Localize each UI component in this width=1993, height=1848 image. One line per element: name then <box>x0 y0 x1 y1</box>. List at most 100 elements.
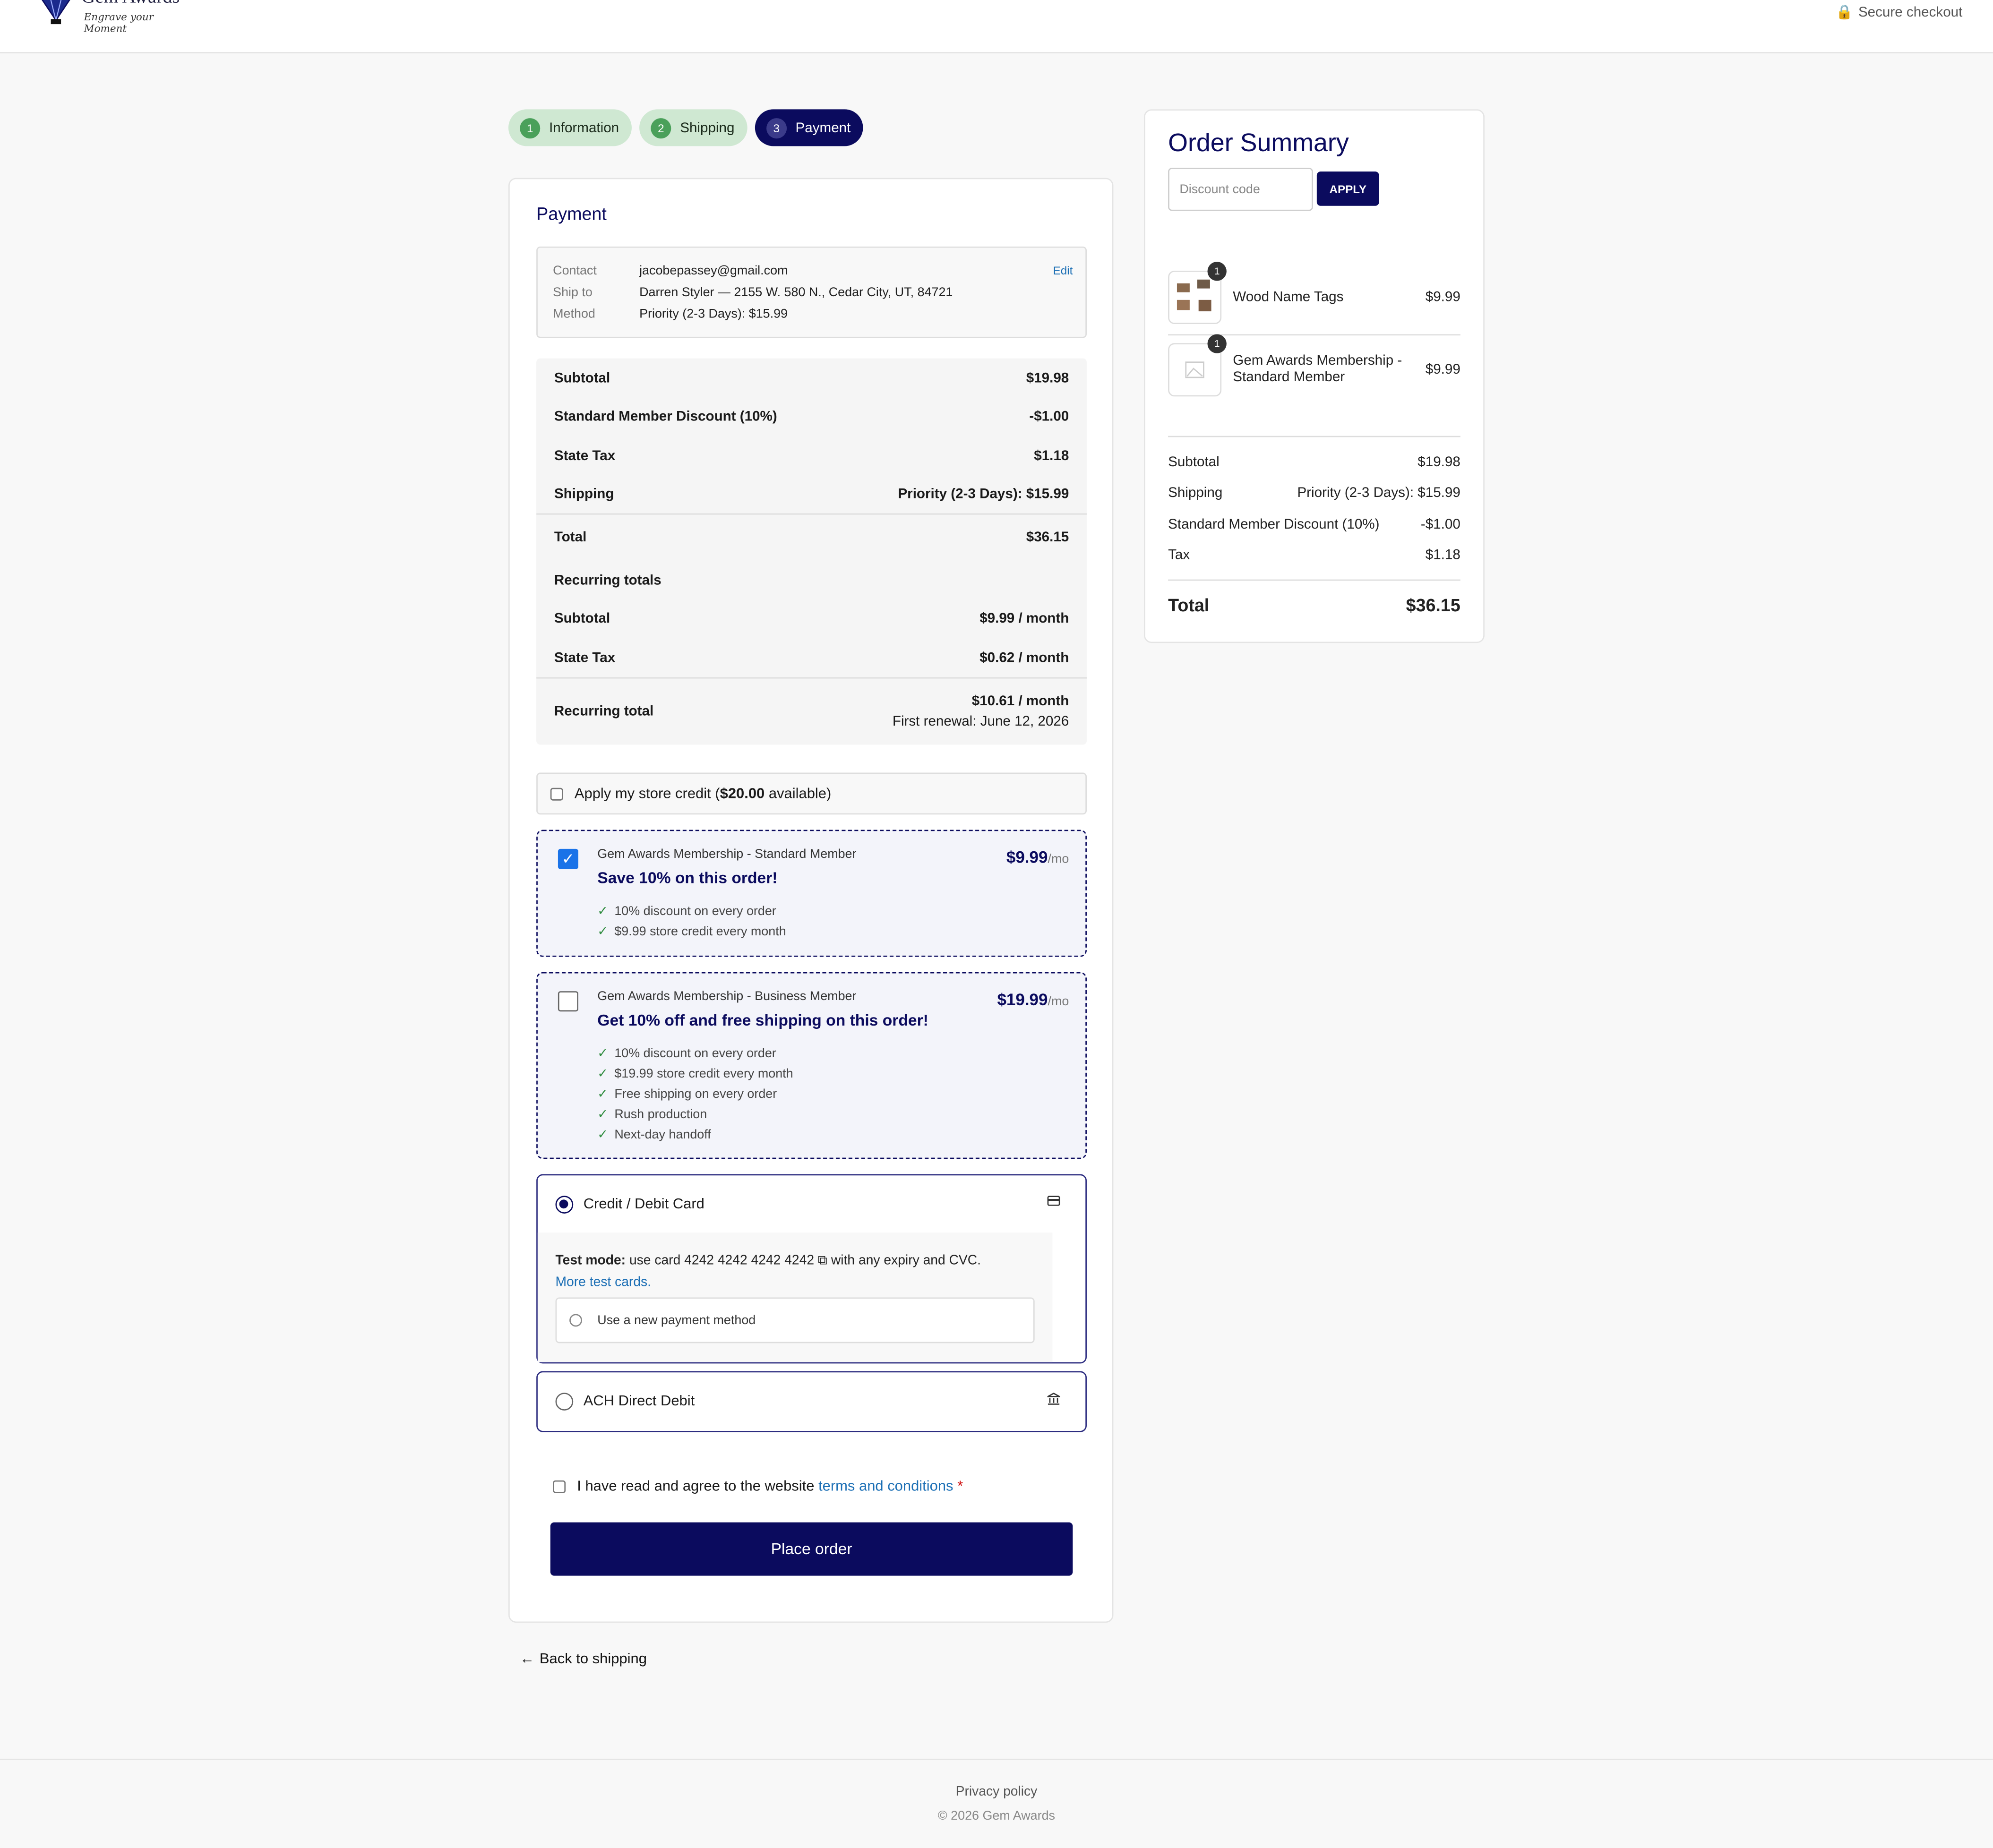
site-footer: Privacy policy © 2026 Gem Awards <box>0 1758 1993 1848</box>
brand-logo[interactable]: Gem Awards Engrave your Moment <box>35 0 185 34</box>
benefit-text: $19.99 store credit every month <box>614 1067 793 1081</box>
summary-total-row: Total $36.15 <box>1168 595 1460 615</box>
checkout-steps: 1 Information 2 Shipping 3 Payment <box>508 109 864 146</box>
summary-total-label: Total <box>1168 594 1210 615</box>
ach-method-card[interactable]: ACH Direct Debit <box>536 1371 1087 1432</box>
ship-to-label: Ship to <box>553 286 593 300</box>
check-icon: ✓ <box>597 1087 608 1101</box>
new-payment-method-option[interactable]: Use a new payment method <box>555 1297 1035 1343</box>
divider <box>536 513 1087 515</box>
step-label: Payment <box>795 120 851 136</box>
card-radio[interactable] <box>555 1196 574 1214</box>
contact-review: Contact jacobepassey@gmail.com Ship to D… <box>536 246 1087 338</box>
benefit-item: ✓ Free shipping on every order <box>597 1084 793 1104</box>
copy-icon[interactable]: ⧉ <box>818 1253 827 1268</box>
item-name: Wood Name Tags <box>1233 290 1344 305</box>
discount-code-input[interactable]: Discount code <box>1168 168 1313 211</box>
step-label: Information <box>549 120 619 136</box>
membership-price-value: $19.99 <box>997 990 1048 1009</box>
summary-tax-value: $1.18 <box>1425 548 1460 563</box>
item-price: $9.99 <box>1425 290 1460 305</box>
item-price: $9.99 <box>1425 362 1460 377</box>
check-icon: ✓ <box>597 924 608 939</box>
recurring-subtotal-value: $9.99 / month <box>979 611 1069 627</box>
summary-subtotal-row: Subtotal $19.98 <box>1168 455 1460 470</box>
recurring-tax-row: State Tax $0.62 / month <box>554 650 1069 666</box>
summary-subtotal-label: Subtotal <box>1168 455 1220 471</box>
lock-icon: 🔒 <box>1836 5 1854 21</box>
membership-standard-checkbox[interactable]: ✓ <box>558 848 578 869</box>
new-payment-method-radio[interactable] <box>569 1314 583 1327</box>
privacy-policy-link[interactable]: Privacy policy <box>0 1784 1993 1799</box>
test-card-number: 4242 4242 4242 4242 <box>684 1253 815 1268</box>
contact-row: Contact jacobepassey@gmail.com <box>553 265 788 279</box>
contact-label: Contact <box>553 264 597 279</box>
summary-subtotal-value: $19.98 <box>1417 455 1460 471</box>
brand-name: Gem Awards <box>81 0 180 9</box>
terms-link[interactable]: terms and conditions <box>818 1479 953 1494</box>
summary-item: 1 Gem Awards Membership - Standard Membe… <box>1168 334 1460 399</box>
summary-tax-label: Tax <box>1168 548 1190 563</box>
check-icon: ✓ <box>597 1067 608 1081</box>
step-information[interactable]: 1 Information <box>508 109 632 146</box>
ship-to-value: Darren Styler — 2155 W. 580 N., Cedar Ci… <box>639 286 953 300</box>
store-credit-label: Apply my store credit ($20.00 available) <box>575 786 831 801</box>
benefit-text: Next-day handoff <box>614 1128 711 1142</box>
summary-shipping-value: Priority (2-3 Days): $15.99 <box>1297 485 1460 501</box>
recurring-tax-label: State Tax <box>554 650 616 666</box>
test-mode-label: Test mode: <box>555 1253 626 1268</box>
recurring-total-row: Recurring total $10.61 / month First ren… <box>554 694 1069 729</box>
shipping-label: Shipping <box>554 487 614 502</box>
benefit-item: ✓ Rush production <box>597 1104 793 1125</box>
recurring-total-label: Recurring total <box>554 704 654 719</box>
ach-radio[interactable] <box>555 1393 574 1411</box>
recurring-heading: Recurring totals <box>554 573 661 589</box>
method-value: Priority (2-3 Days): $15.99 <box>639 307 788 322</box>
subtotal-value: $19.98 <box>1026 371 1069 386</box>
membership-price: $19.99/mo <box>997 990 1069 1009</box>
recurring-total-value: $10.61 / month <box>971 693 1069 710</box>
step-payment[interactable]: 3 Payment <box>755 109 864 146</box>
summary-total-value: $36.15 <box>1406 594 1460 615</box>
membership-price: $9.99/mo <box>1006 847 1069 866</box>
payment-method-card[interactable]: Credit / Debit Card Test mode: use card … <box>536 1174 1087 1364</box>
place-order-button[interactable]: Place order <box>550 1522 1073 1576</box>
membership-business-checkbox[interactable] <box>558 991 578 1012</box>
apply-discount-button[interactable]: APPLY <box>1316 171 1379 206</box>
more-test-cards-link[interactable]: More test cards. <box>556 1275 652 1290</box>
shipping-value: Priority (2-3 Days): $15.99 <box>898 487 1069 502</box>
terms-checkbox[interactable] <box>553 1480 566 1493</box>
check-icon: ✓ <box>597 1128 608 1142</box>
terms-label: I have read and agree to the website ter… <box>577 1479 963 1494</box>
membership-price-value: $9.99 <box>1006 847 1048 867</box>
tax-value: $1.18 <box>1034 448 1069 464</box>
store-credit-amount: $20.00 <box>720 786 765 802</box>
store-credit-checkbox[interactable] <box>550 787 563 800</box>
method-label: Method <box>553 307 595 322</box>
membership-name: Gem Awards Membership - Business Member <box>597 990 857 1004</box>
test-mode-notice: Test mode: use card 4242 4242 4242 4242 … <box>556 1253 981 1269</box>
tax-row: State Tax $1.18 <box>554 449 1069 464</box>
checkmark-icon: ✓ <box>561 850 575 868</box>
membership-benefits: ✓ 10% discount on every order ✓ $9.99 stor… <box>597 901 786 941</box>
copyright: © 2026 Gem Awards <box>937 1809 1055 1824</box>
test-mode-text: with any expiry and CVC. <box>827 1253 981 1268</box>
benefit-text: 10% discount on every order <box>614 904 776 918</box>
membership-standard-card[interactable]: ✓ Gem Awards Membership - Standard Membe… <box>536 830 1087 957</box>
step-shipping[interactable]: 2 Shipping <box>639 109 747 146</box>
membership-business-card[interactable]: Gem Awards Membership - Business Member … <box>536 972 1087 1159</box>
discount-row: Standard Member Discount (10%) -$1.00 <box>554 409 1069 424</box>
ship-to-row: Ship to Darren Styler — 2155 W. 580 N., … <box>553 286 953 300</box>
card-method-label: Credit / Debit Card <box>583 1197 704 1213</box>
tax-label: State Tax <box>554 448 616 464</box>
required-marker: * <box>957 1479 963 1495</box>
benefit-item: ✓ $19.99 store credit every month <box>597 1064 793 1084</box>
shipping-row: Shipping Priority (2-3 Days): $15.99 <box>554 487 1069 502</box>
quantity-badge: 1 <box>1207 262 1227 281</box>
ach-method-label: ACH Direct Debit <box>583 1394 695 1410</box>
summary-item: 1 Wood Name Tags $9.99 <box>1168 262 1460 326</box>
edit-link[interactable]: Edit <box>1053 265 1073 277</box>
back-to-shipping-link[interactable]: ← Back to shipping <box>520 1652 647 1667</box>
store-credit-option[interactable]: Apply my store credit ($20.00 available) <box>536 772 1087 815</box>
divider <box>536 677 1087 679</box>
